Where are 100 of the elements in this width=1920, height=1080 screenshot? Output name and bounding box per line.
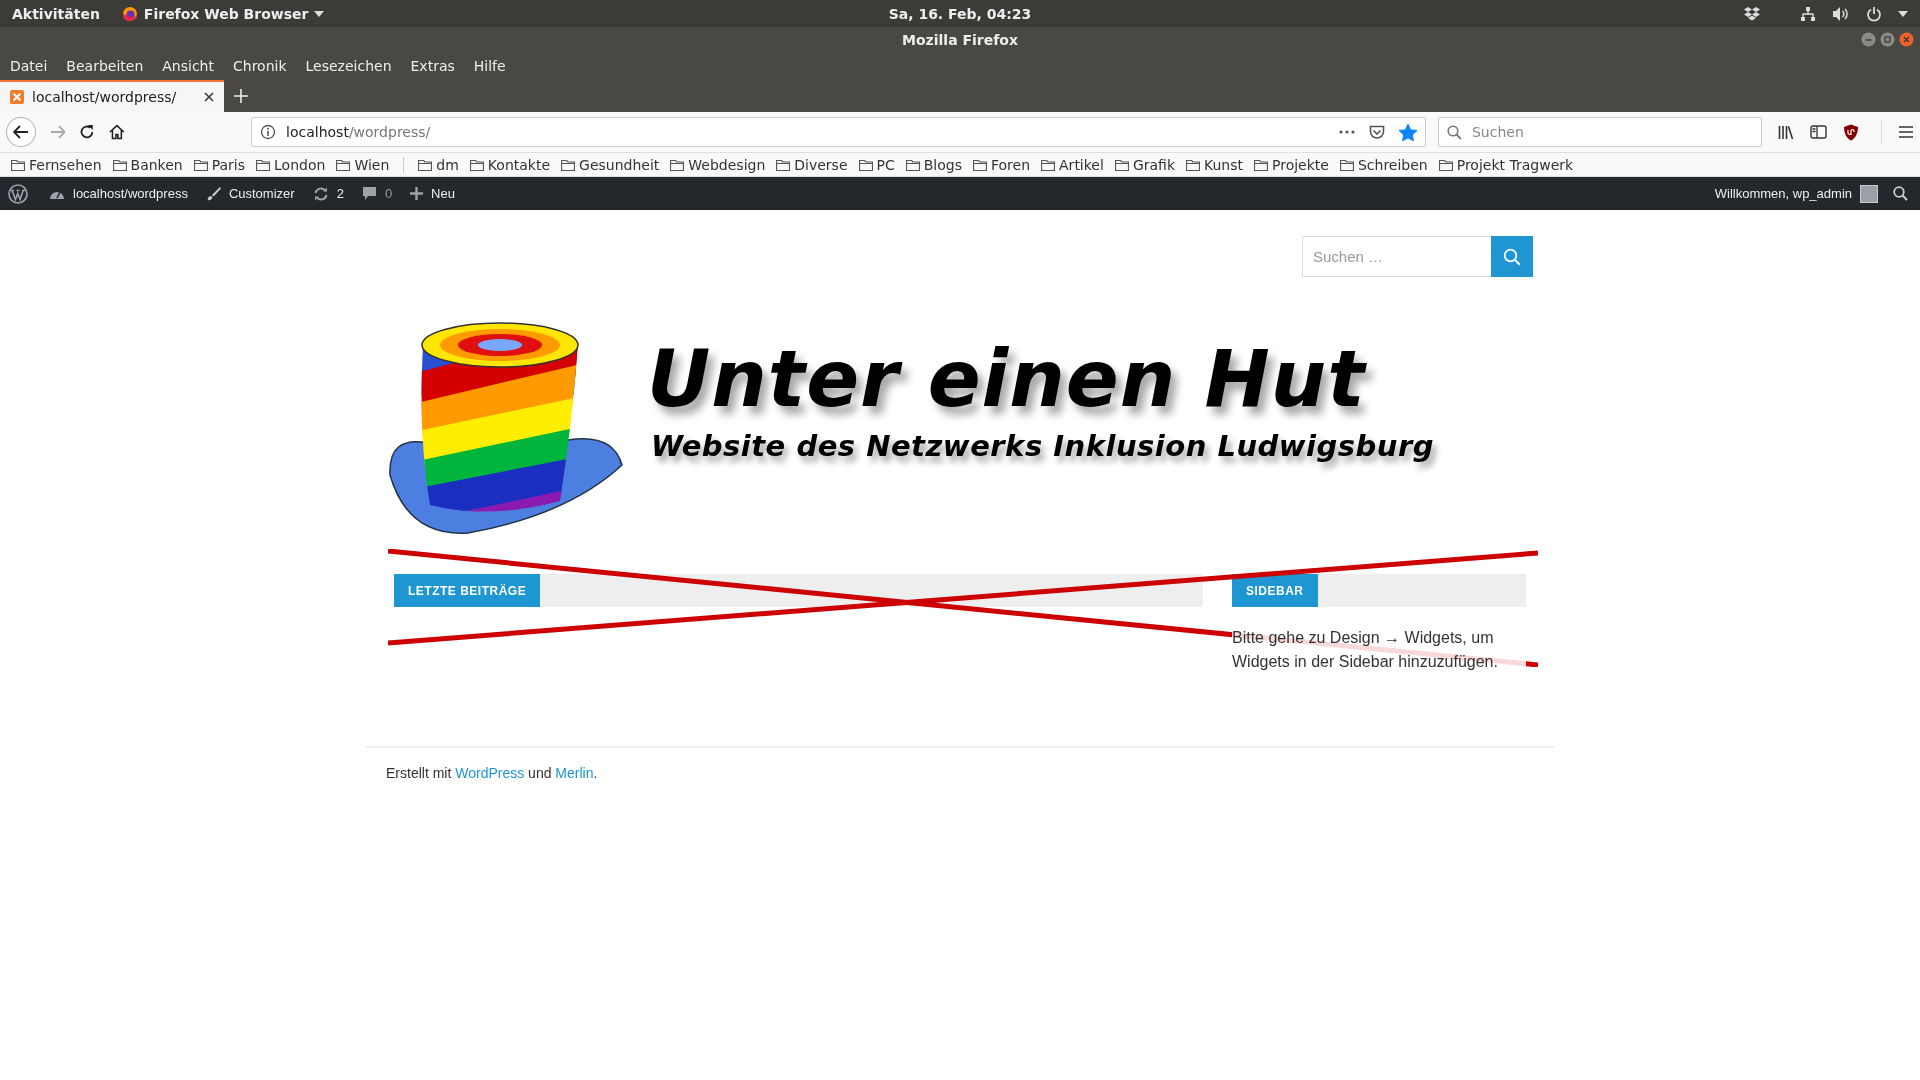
browser-search-field[interactable]: Suchen xyxy=(1438,117,1762,147)
dropbox-icon[interactable] xyxy=(1744,6,1760,21)
menu-item[interactable]: Datei xyxy=(10,58,48,74)
folder-icon xyxy=(256,158,271,171)
folder-icon xyxy=(336,158,351,171)
bookmark-folder[interactable]: Projekt Tragwerk xyxy=(1438,156,1574,173)
bookmark-folder[interactable]: Diverse xyxy=(776,156,848,173)
folder-icon xyxy=(1114,158,1129,171)
folder-icon xyxy=(776,158,791,171)
bookmark-folder[interactable]: Kunst xyxy=(1186,156,1243,173)
caret-icon[interactable] xyxy=(314,10,325,17)
minimize-button[interactable] xyxy=(1861,32,1876,47)
bookmark-folder[interactable]: London xyxy=(256,156,326,173)
volume-icon[interactable] xyxy=(1832,5,1850,22)
new-tab-icon[interactable] xyxy=(234,89,248,103)
section-heading: LETZTE BEITRÄGE xyxy=(394,574,541,607)
back-button[interactable] xyxy=(6,117,36,147)
folder-icon xyxy=(1041,158,1056,171)
comments-link[interactable]: 0 xyxy=(352,177,402,210)
bookmark-folder[interactable]: PC xyxy=(858,156,895,173)
menu-item[interactable]: Chronik xyxy=(233,58,287,74)
url-text: localhost/wordpress/ xyxy=(286,124,431,140)
reload-icon[interactable] xyxy=(79,124,96,140)
home-icon[interactable] xyxy=(109,124,126,140)
bookmark-folder[interactable]: Wien xyxy=(336,156,390,173)
network-icon[interactable] xyxy=(1800,5,1816,22)
folder-icon xyxy=(1254,158,1268,171)
site-title[interactable]: Unter einen Hut xyxy=(647,339,1435,421)
bookmark-folder[interactable]: Banken xyxy=(112,156,183,173)
app-menu[interactable]: Firefox Web Browser xyxy=(121,5,325,22)
browser-tab[interactable]: localhost/wordpress/ xyxy=(0,80,224,112)
brush-icon xyxy=(205,186,221,201)
bookmark-folder[interactable]: Fernsehen xyxy=(11,156,102,173)
folder-icon xyxy=(670,158,685,171)
bookmark-folder[interactable]: Blogs xyxy=(905,156,962,173)
new-content-link[interactable]: Neu xyxy=(401,177,464,210)
menu-item[interactable]: Lesezeichen xyxy=(305,58,392,74)
activities-button[interactable]: Aktivitäten xyxy=(12,5,100,22)
bookmark-folder[interactable]: Schreiben xyxy=(1339,156,1428,173)
window-title: Mozilla Firefox xyxy=(902,31,1018,48)
menu-item[interactable]: Extras xyxy=(410,58,455,74)
folder-icon xyxy=(469,158,484,171)
footer-credit: Erstellt mit WordPress und Merlin. xyxy=(386,765,599,781)
site-tagline: Website des Netzwerks Inklusion Ludwigsburg xyxy=(651,428,1435,463)
close-button[interactable] xyxy=(1899,32,1914,47)
folder-icon xyxy=(11,158,25,171)
clock[interactable]: Sa, 16. Feb, 04:23 xyxy=(888,5,1032,22)
bookmark-folder[interactable]: Kontakte xyxy=(469,156,551,173)
account-link[interactable]: Willkommen, wp_admin xyxy=(1705,177,1887,210)
bookmark-folder[interactable]: dm xyxy=(418,156,459,173)
comment-icon xyxy=(361,186,377,201)
updates-link[interactable]: 2 xyxy=(303,177,353,210)
search-icon[interactable] xyxy=(1893,186,1908,201)
menu-item[interactable]: Hilfe xyxy=(473,58,506,74)
info-icon xyxy=(260,124,277,140)
tab-title: localhost/wordpress/ xyxy=(32,89,177,105)
folder-icon xyxy=(858,158,873,171)
folder-icon xyxy=(1438,158,1453,171)
avatar-placeholder xyxy=(1860,184,1878,203)
menu-item[interactable]: Bearbeiten xyxy=(66,58,144,74)
folder-icon xyxy=(561,158,576,171)
maximize-button[interactable] xyxy=(1880,32,1895,47)
close-tab-icon[interactable] xyxy=(204,92,214,102)
bookmark-folder[interactable]: Grafik xyxy=(1114,156,1175,173)
site-favicon xyxy=(10,90,24,104)
folder-icon xyxy=(1339,158,1354,171)
folder-icon xyxy=(112,158,127,171)
address-field[interactable]: localhost/wordpress/ xyxy=(251,117,1426,147)
shield-icon[interactable] xyxy=(1843,123,1859,141)
sidebar-icon[interactable] xyxy=(1810,125,1827,139)
folder-icon xyxy=(905,158,920,171)
menu-item[interactable]: Ansicht xyxy=(162,58,214,74)
search-icon xyxy=(1503,247,1521,266)
bookmark-folder[interactable]: Paris xyxy=(193,156,246,173)
search-button[interactable] xyxy=(1491,236,1533,277)
bookmark-star-icon[interactable] xyxy=(1399,123,1417,141)
bookmark-folder[interactable]: Gesundheit xyxy=(561,156,660,173)
pocket-icon[interactable] xyxy=(1369,124,1385,140)
bookmark-folder[interactable]: Webdesign xyxy=(670,156,766,173)
bookmark-folder[interactable]: Foren xyxy=(973,156,1031,173)
firefox-icon xyxy=(121,5,138,22)
customizer-link[interactable]: Customizer xyxy=(196,177,304,210)
folder-icon xyxy=(1186,158,1200,171)
library-icon[interactable] xyxy=(1778,124,1794,140)
back-arrow-icon xyxy=(12,125,29,139)
folder-icon xyxy=(418,158,433,171)
bookmark-folder[interactable]: Artikel xyxy=(1041,156,1104,173)
folder-icon xyxy=(973,158,987,171)
search-input[interactable]: Suchen xyxy=(1469,123,1753,141)
caret-icon[interactable] xyxy=(1898,10,1908,17)
wordpress-logo-icon[interactable] xyxy=(8,183,28,204)
folder-icon xyxy=(193,158,208,171)
power-icon[interactable] xyxy=(1866,5,1882,22)
menu-icon[interactable] xyxy=(1898,125,1914,139)
more-icon[interactable] xyxy=(1339,130,1355,134)
site-name-link[interactable]: localhost/wordpress xyxy=(40,177,197,210)
bookmark-folder[interactable]: Projekte xyxy=(1254,156,1329,173)
section-heading: SIDEBAR xyxy=(1232,574,1318,607)
search-icon xyxy=(1447,124,1462,140)
refresh-icon xyxy=(312,186,329,201)
